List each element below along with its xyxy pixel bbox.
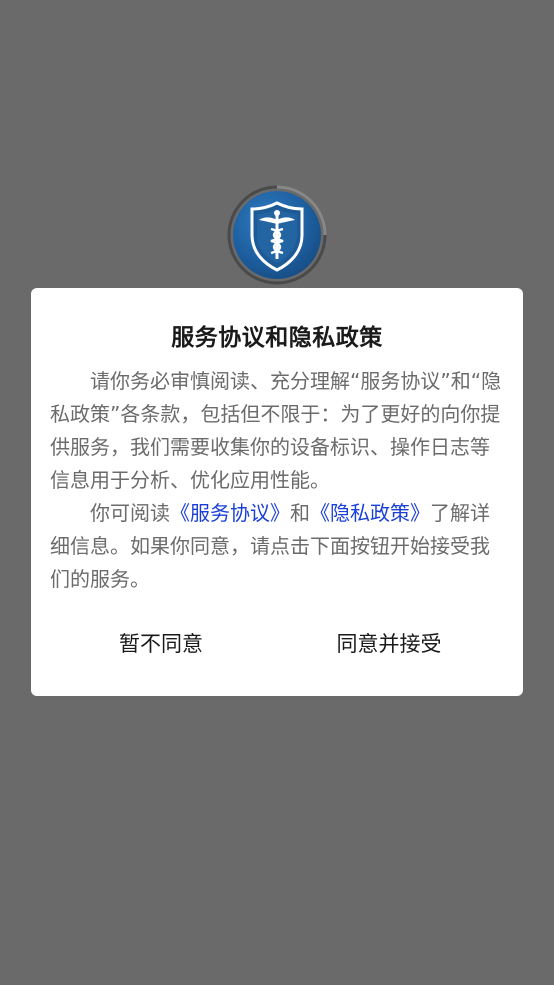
agreement-dialog: 服务协议和隐私政策 请你务必审慎阅读、充分理解“服务协议”和“隐私政策”各条款，… (31, 288, 523, 696)
dialog-title: 服务协议和隐私政策 (171, 325, 383, 351)
paragraph-2-and: 和 (290, 501, 310, 525)
privacy-policy-link[interactable]: 《隐私政策》 (310, 501, 430, 525)
screen-background: 服务协议和隐私政策 请你务必审慎阅读、充分理解“服务协议”和“隐私政策”各条款，… (0, 0, 554, 985)
agreement-paragraph-1: 请你务必审慎阅读、充分理解“服务协议”和“隐私政策”各条款，包括但不限于：为了更… (50, 369, 502, 492)
agreement-paragraph-2: 你可阅读《服务协议》和《隐私政策》了解详细信息。如果你同意，请点击下面按钮开始接… (50, 497, 506, 596)
dialog-body: 请你务必审慎阅读、充分理解“服务协议”和“隐私政策”各条款，包括但不限于：为了更… (50, 365, 506, 596)
accept-button[interactable]: 同意并接受 (321, 622, 457, 666)
app-logo (226, 184, 328, 286)
logo-disc (233, 191, 321, 279)
paragraph-2-prefix: 你可阅读 (90, 501, 170, 525)
caduceus-shield-icon (250, 201, 304, 272)
service-agreement-link[interactable]: 《服务协议》 (170, 501, 290, 525)
decline-button[interactable]: 暂不同意 (91, 622, 231, 666)
